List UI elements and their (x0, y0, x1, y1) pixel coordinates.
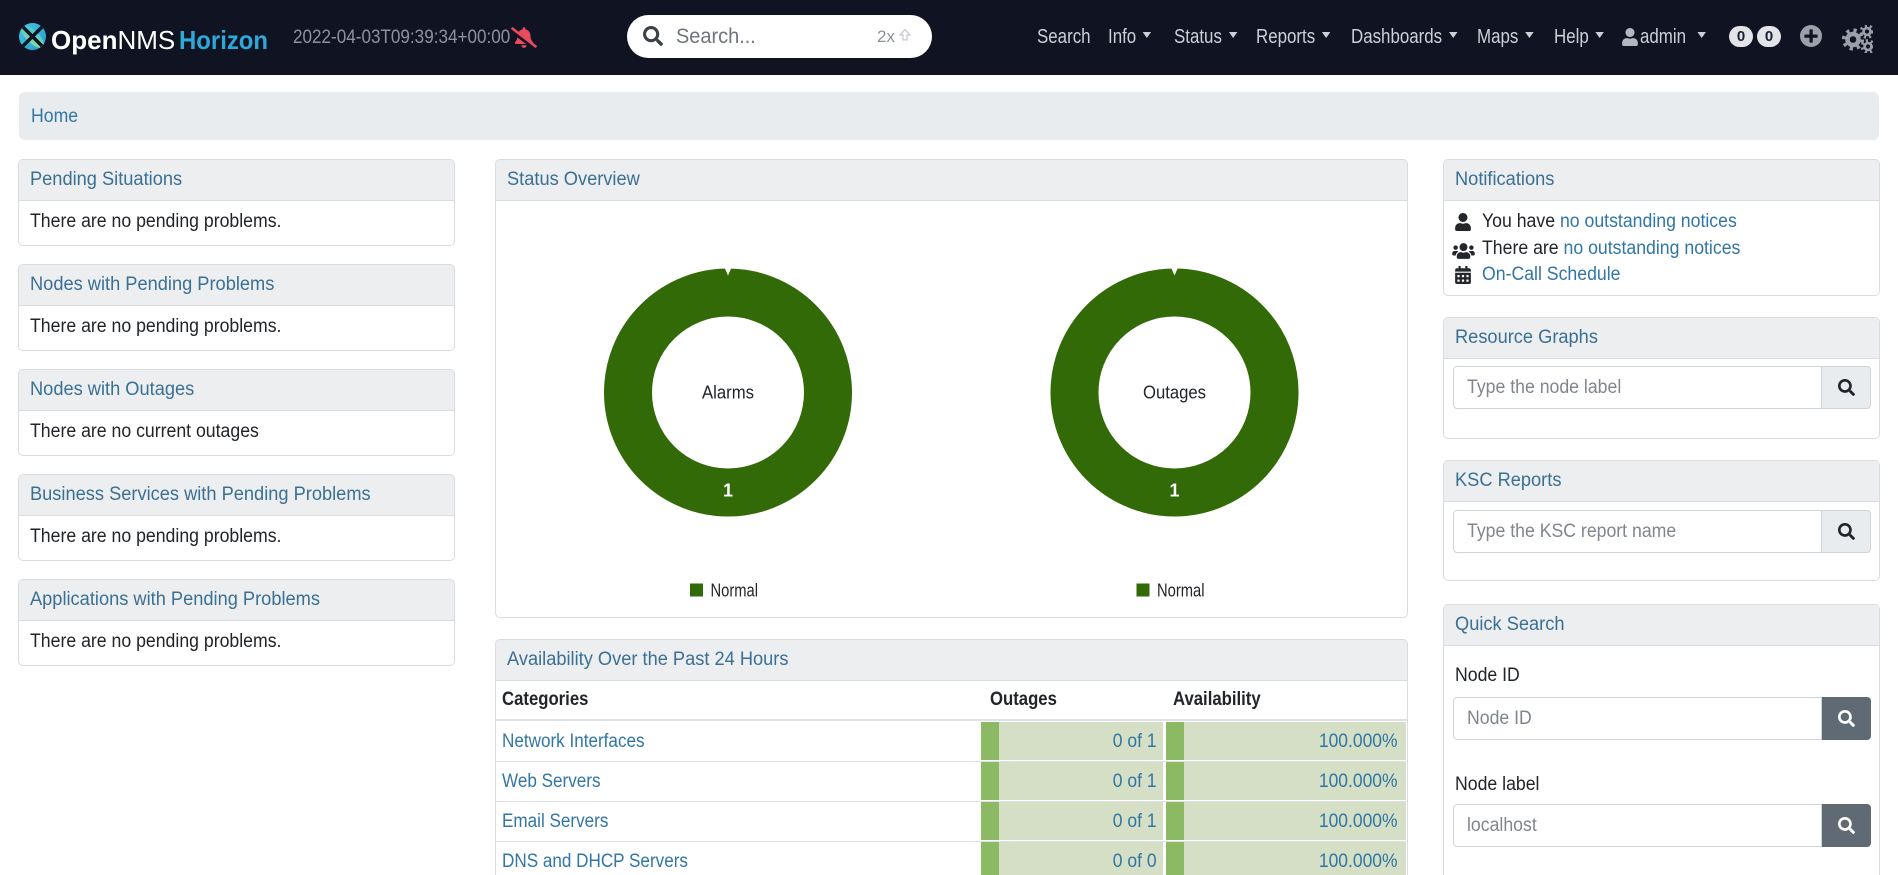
svg-text:1: 1 (1169, 481, 1179, 501)
svg-text:Alarms: Alarms (702, 383, 754, 403)
svg-text:Normal: Normal (711, 581, 759, 601)
svg-text:1: 1 (723, 481, 733, 501)
svg-text:Normal: Normal (1157, 581, 1205, 601)
svg-text:Outages: Outages (1143, 383, 1206, 403)
